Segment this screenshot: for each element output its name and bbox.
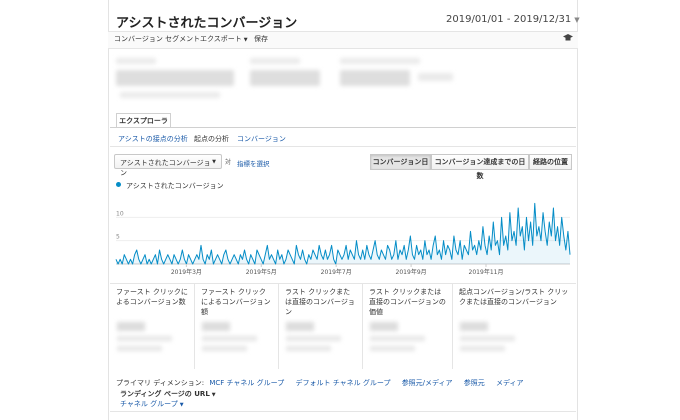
blurred-setting-select [250,70,320,86]
dimension-link-medium[interactable]: メディア [496,379,524,387]
y-tick-label: 5 [116,234,120,241]
path-position-button[interactable]: 経路の位置 [529,154,572,170]
table-top-border [110,411,576,412]
save-button[interactable]: 保存 [254,34,268,44]
blurred-setting-select [340,70,410,86]
tab-explorer[interactable]: エクスプローラ [116,113,171,128]
stat-meta-blurred [370,346,415,351]
stat-first-click-count: ファースト クリックによるコンバージョン数 [110,284,194,369]
tab-divider [110,127,576,128]
stat-meta-blurred [117,336,172,341]
blurred-setting-select [116,70,234,86]
date-range-text: 2019/01/01 - 2019/12/31 [446,14,572,25]
blurred-setting-option [120,92,220,98]
subtab-assist-analysis[interactable]: アシストの接点の分析 [118,134,188,144]
select-metric-link[interactable]: 指標を選択 [237,158,270,168]
stat-meta-blurred [460,336,515,341]
conversion-date-button[interactable]: コンバージョン日 [370,154,431,170]
primary-dimension-bar: プライマリ ディメンション: MCF チャネル グループ デフォルト チャネル … [116,378,533,388]
export-button[interactable]: エクスポート ▼ [200,34,248,44]
chevron-down-icon: ▼ [179,402,184,408]
days-to-conversion-button[interactable]: コンバージョン達成までの日数 [431,154,529,180]
stat-last-click-count: ラスト クリックまたは直接のコンバージョン [278,284,362,369]
stat-label: 起点コンバージョン/ラスト クリックまたは直接のコンバージョン [459,288,569,306]
x-tick-label: 2019年3月 [171,268,202,275]
primary-dimension-label: プライマリ ディメンション: [116,379,205,387]
dimension-link-source-medium[interactable]: 参照元/メディア [402,379,453,387]
stat-value-blurred [202,322,230,331]
stat-meta-blurred [370,336,425,341]
blurred-setting-label [340,58,420,64]
x-tick-label: 2019年7月 [321,268,352,275]
stat-label: ラスト クリックまたは直接のコンバージョン [285,288,355,316]
stat-meta-blurred [286,336,341,341]
stat-value-blurred [460,322,488,331]
stat-value-blurred [117,322,145,331]
dimension-link-default-channel[interactable]: デフォルト チャネル グループ [295,379,390,387]
series-area [116,203,570,264]
stat-meta-blurred [286,346,331,351]
chevron-down-icon: ▼ [243,37,248,43]
stat-label: ファースト クリックによるコンバージョン数 [116,288,188,306]
versus-label: 対 [225,159,232,166]
subtab-conversion[interactable]: コンバージョン [237,134,286,144]
chevron-down-icon: ▼ [211,392,216,398]
stat-origin-ratio: 起点コンバージョン/ラスト クリックまたは直接のコンバージョン [452,284,576,369]
channel-group-dimension[interactable]: チャネル グループ ▼ [120,399,184,409]
graduation-cap-icon[interactable] [563,34,573,42]
channel-group-label: チャネル グループ [120,400,178,408]
page-title: アシストされたコンバージョン [116,16,298,31]
stat-meta-blurred [202,346,247,351]
legend-label: アシストされたコンバージョン [126,182,224,190]
export-label: エクスポート [200,35,242,43]
conversion-chart: 10 5 2019年3月 2019年5月 2019年7月 2019年9月 2019年11月 [115,202,571,275]
legend-dot-icon [116,182,121,187]
stat-label: ファースト クリックによるコンバージョン額 [201,288,271,316]
metric-select[interactable]: アシストされたコンバージョン ▼ [114,154,222,177]
conversion-segment-button[interactable]: コンバージョン セグメント [114,34,200,44]
chevron-down-icon: ▼ [212,159,216,165]
stat-label: ラスト クリックまたは直接のコンバージョンの価値 [369,288,446,316]
dimension-link-source[interactable]: 参照元 [464,379,485,387]
date-range-picker[interactable]: 2019/01/01 - 2019/12/31 ▼ [446,14,580,25]
subtab-divider [110,146,576,147]
y-tick-label: 10 [116,210,124,217]
subtab-origin-analysis[interactable]: 起点の分析 [194,134,229,144]
x-tick-label: 2019年11月 [469,268,504,275]
stat-meta-blurred [117,346,162,351]
stat-first-click-value: ファースト クリックによるコンバージョン額 [194,284,278,369]
stats-grid: ファースト クリックによるコンバージョン数 ファースト クリックによるコンバージ… [110,283,576,369]
stat-value-blurred [370,322,398,331]
landing-page-label: ランディング ページの URL [120,390,210,398]
dimension-link-mcf-channel[interactable]: MCF チャネル グループ [209,379,284,387]
x-tick-label: 2019年9月 [396,268,427,275]
stat-last-click-value: ラスト クリックまたは直接のコンバージョンの価値 [362,284,452,369]
landing-page-dimension[interactable]: ランディング ページの URL ▼ [120,389,216,399]
stat-meta-blurred [202,336,257,341]
chevron-down-icon: ▼ [574,16,580,24]
stat-value-blurred [286,322,314,331]
blurred-setting-label [116,58,156,64]
stat-meta-blurred [460,346,505,351]
x-tick-label: 2019年5月 [246,268,277,275]
blurred-setting-value [418,73,453,81]
blurred-setting-label [250,58,300,64]
